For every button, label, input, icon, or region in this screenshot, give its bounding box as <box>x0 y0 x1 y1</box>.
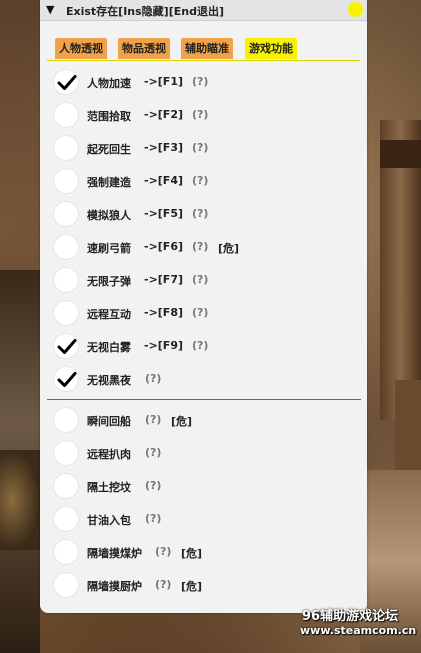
checkmark-icon <box>57 339 77 354</box>
feature-label: 瞬间回船 <box>87 415 131 428</box>
help-tooltip-icon[interactable]: (?) <box>192 240 208 253</box>
help-tooltip-icon[interactable]: (?) <box>145 479 161 492</box>
background-left-object <box>0 450 40 550</box>
collapse-triangle-icon[interactable]: ▼ <box>46 3 54 16</box>
feature-label: 人物加速 <box>87 77 131 90</box>
watermark-site-name: 96辅助游戏论坛 <box>302 609 399 624</box>
tab-underline <box>47 60 360 61</box>
danger-warning-badge: [危] <box>181 580 203 593</box>
feature-checkbox[interactable] <box>53 473 79 499</box>
feature-checkbox[interactable] <box>53 102 79 128</box>
help-tooltip-icon[interactable]: (?) <box>155 545 171 558</box>
window-title: Exist存在[Ins隐藏][End退出] <box>66 5 224 18</box>
feature-hotkey: ->[F3] <box>144 141 184 154</box>
checkmark-icon <box>57 372 77 387</box>
feature-hotkey: ->[F7] <box>144 273 184 286</box>
feature-label: 强制建造 <box>87 176 131 189</box>
feature-checkbox[interactable] <box>53 300 79 326</box>
help-tooltip-icon[interactable]: (?) <box>192 75 208 88</box>
feature-checkbox[interactable] <box>53 440 79 466</box>
feature-label: 甘油入包 <box>87 514 131 527</box>
status-indicator-dot <box>348 2 363 17</box>
help-tooltip-icon[interactable]: (?) <box>192 174 208 187</box>
help-tooltip-icon[interactable]: (?) <box>145 512 161 525</box>
feature-hotkey: ->[F4] <box>144 174 184 187</box>
feature-hotkey: ->[F6] <box>144 240 184 253</box>
feature-label: 范围拾取 <box>87 110 131 123</box>
feature-hotkey: ->[F5] <box>144 207 184 220</box>
feature-checkbox[interactable] <box>53 539 79 565</box>
feature-checkbox[interactable] <box>53 201 79 227</box>
help-tooltip-icon[interactable]: (?) <box>155 578 171 591</box>
danger-warning-badge: [危] <box>181 547 203 560</box>
feature-checkbox[interactable] <box>53 506 79 532</box>
help-tooltip-icon[interactable]: (?) <box>145 413 161 426</box>
feature-checkbox[interactable] <box>53 407 79 433</box>
tab-player-esp[interactable]: 人物透视 <box>55 38 107 59</box>
feature-checkbox[interactable] <box>53 333 79 359</box>
help-tooltip-icon[interactable]: (?) <box>145 372 161 385</box>
background-beam-shadow <box>380 140 421 168</box>
feature-checkbox[interactable] <box>53 267 79 293</box>
feature-label: 隔土挖坟 <box>87 481 131 494</box>
danger-warning-badge: [危] <box>171 415 193 428</box>
help-tooltip-icon[interactable]: (?) <box>192 306 208 319</box>
feature-label: 起死回生 <box>87 143 131 156</box>
feature-label: 远程互动 <box>87 308 131 321</box>
feature-checkbox[interactable] <box>53 69 79 95</box>
background-post <box>395 380 421 470</box>
section-divider <box>47 399 361 400</box>
feature-checkbox[interactable] <box>53 366 79 392</box>
feature-label: 速刷弓箭 <box>87 242 131 255</box>
feature-checkbox[interactable] <box>53 168 79 194</box>
feature-label: 无视黑夜 <box>87 374 131 387</box>
help-tooltip-icon[interactable]: (?) <box>192 339 208 352</box>
title-bar[interactable]: ▼ Exist存在[Ins隐藏][End退出] <box>40 0 367 21</box>
feature-label: 无视白雾 <box>87 341 131 354</box>
feature-label: 无限子弹 <box>87 275 131 288</box>
cheat-menu-panel: ▼ Exist存在[Ins隐藏][End退出] 人物透视 物品透视 辅助瞄准 游… <box>40 0 367 613</box>
feature-checkbox[interactable] <box>53 135 79 161</box>
help-tooltip-icon[interactable]: (?) <box>192 141 208 154</box>
help-tooltip-icon[interactable]: (?) <box>192 108 208 121</box>
feature-label: 隔墙摸厨炉 <box>87 580 142 593</box>
feature-label: 隔墙摸煤炉 <box>87 547 142 560</box>
help-tooltip-icon[interactable]: (?) <box>192 273 208 286</box>
tab-item-esp[interactable]: 物品透视 <box>118 38 170 59</box>
feature-checkbox[interactable] <box>53 572 79 598</box>
feature-hotkey: ->[F1] <box>144 75 184 88</box>
checkmark-icon <box>57 75 77 90</box>
help-tooltip-icon[interactable]: (?) <box>145 446 161 459</box>
feature-hotkey: ->[F2] <box>144 108 184 121</box>
danger-warning-badge: [危] <box>218 242 240 255</box>
feature-hotkey: ->[F8] <box>144 306 184 319</box>
tab-game-functions[interactable]: 游戏功能 <box>245 38 297 59</box>
feature-hotkey: ->[F9] <box>144 339 184 352</box>
feature-label: 模拟狼人 <box>87 209 131 222</box>
feature-checkbox[interactable] <box>53 234 79 260</box>
watermark-url: www.steamcom.cn <box>300 624 417 637</box>
feature-label: 远程扒肉 <box>87 448 131 461</box>
tab-aim-assist[interactable]: 辅助瞄准 <box>181 38 233 59</box>
help-tooltip-icon[interactable]: (?) <box>192 207 208 220</box>
